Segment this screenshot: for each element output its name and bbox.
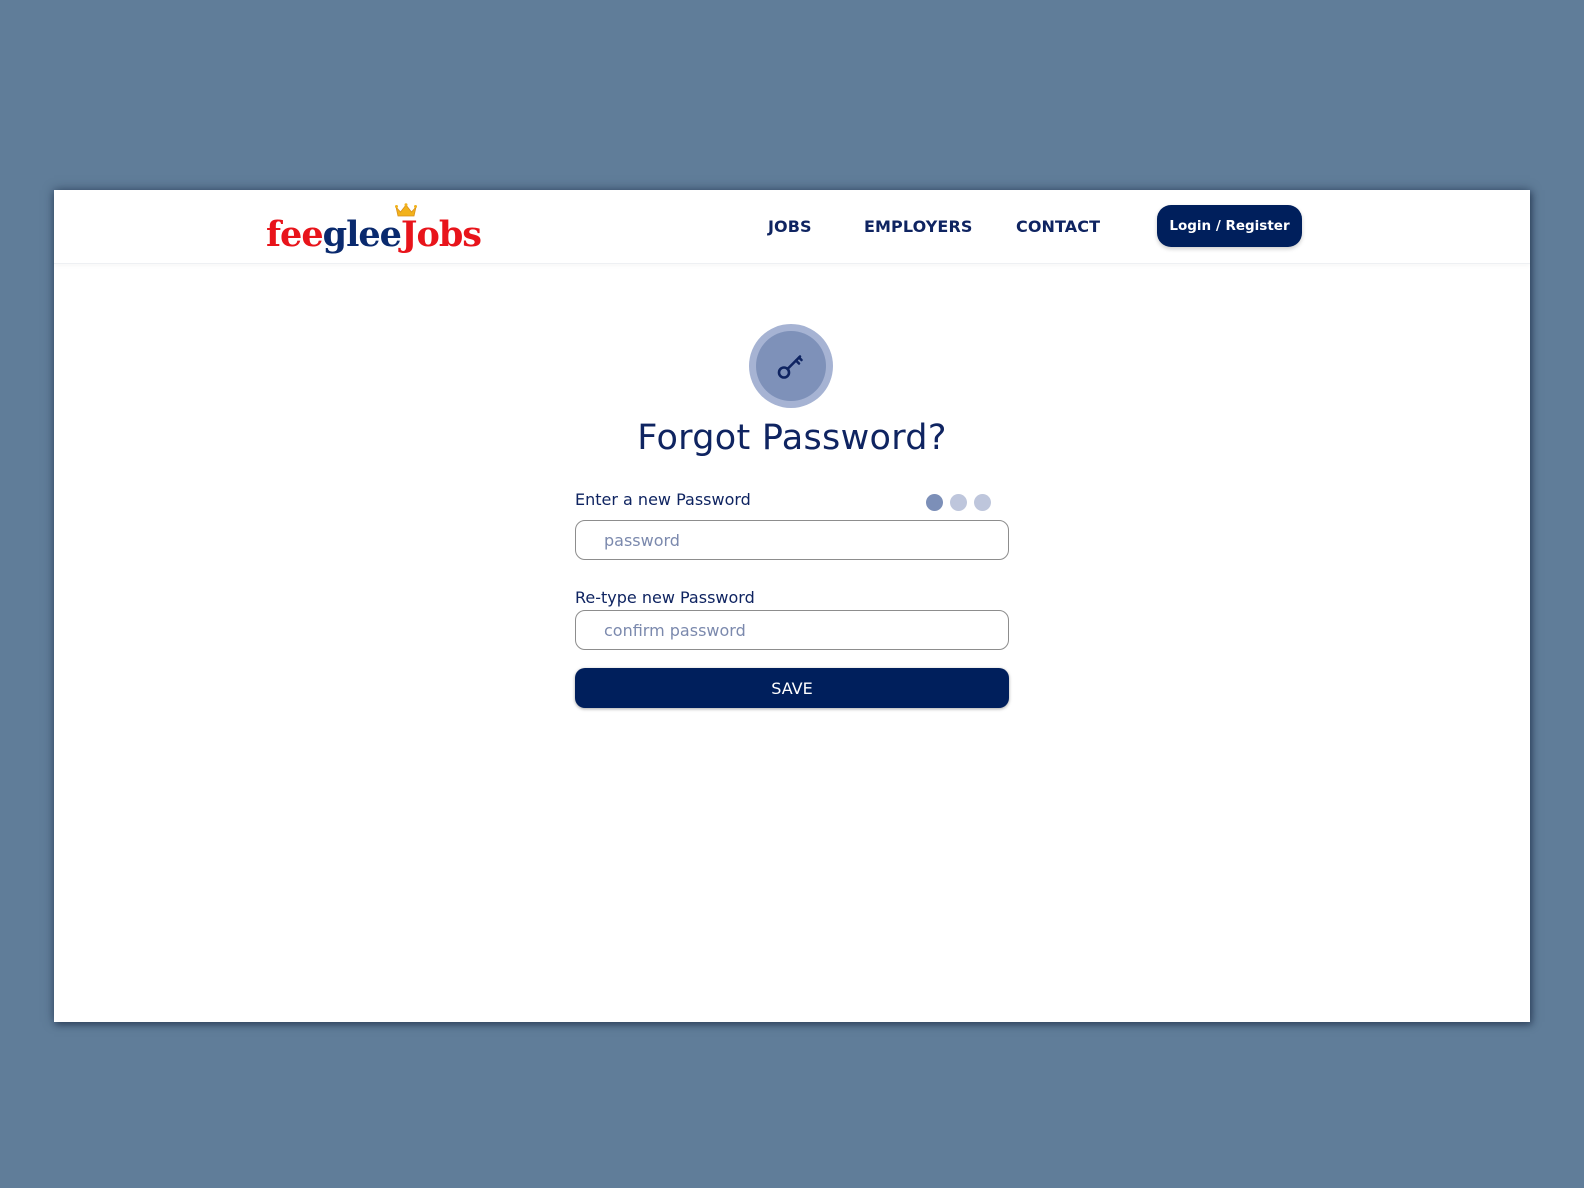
reset-password-form: Enter a new Password Re-type new Passwor… <box>575 490 1009 708</box>
confirm-password-input[interactable] <box>575 610 1009 650</box>
login-register-button[interactable]: Login / Register <box>1157 205 1302 247</box>
nav-link-employers[interactable]: EMPLOYERS <box>864 217 973 236</box>
key-badge <box>749 324 833 408</box>
logo[interactable]: fee glee Jobs <box>266 203 482 255</box>
step-indicator <box>926 494 991 511</box>
confirm-password-label: Re-type new Password <box>575 588 755 607</box>
step-dot-3 <box>974 494 991 511</box>
save-button[interactable]: SAVE <box>575 668 1009 708</box>
logo-part-j: J <box>394 203 417 252</box>
navbar: fee glee Jobs JOBS EMPLOYERS CONTACT Login… <box>54 190 1530 264</box>
browser-page: fee glee Jobs JOBS EMPLOYERS CONTACT Login… <box>54 190 1530 1022</box>
page-title: Forgot Password? <box>637 418 947 458</box>
logo-part-obs: obs <box>416 214 482 255</box>
logo-part-fee: fee <box>266 214 324 255</box>
new-password-input[interactable] <box>575 520 1009 560</box>
nav-link-jobs[interactable]: JOBS <box>768 217 812 236</box>
key-icon <box>777 355 803 379</box>
step-dot-2 <box>950 494 967 511</box>
logo-part-glee: glee <box>322 214 402 255</box>
nav-link-contact[interactable]: CONTACT <box>1016 217 1100 236</box>
crown-icon <box>394 203 417 217</box>
step-dot-1 <box>926 494 943 511</box>
